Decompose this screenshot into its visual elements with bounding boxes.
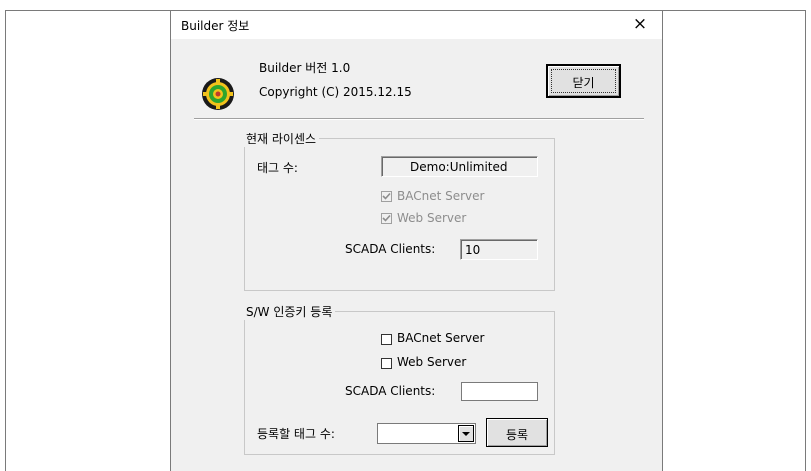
tag-count-label: 태그 수: xyxy=(257,161,298,175)
tag-count-display: Demo:Unlimited xyxy=(381,156,538,177)
close-icon[interactable]: × xyxy=(618,11,662,39)
close-dialog-button-label: 닫기 xyxy=(572,76,595,90)
checkmark-icon xyxy=(382,214,391,222)
license-scada-value: 10 xyxy=(465,243,481,257)
app-gear-icon xyxy=(202,78,234,110)
register-web-label[interactable]: Web Server xyxy=(397,355,466,369)
register-button-label: 등록 xyxy=(505,428,529,442)
license-web-label: Web Server xyxy=(397,211,467,225)
window-title: Builder 정보 xyxy=(181,19,250,33)
license-bacnet-label: BACnet Server xyxy=(397,189,485,203)
license-web-checkbox xyxy=(381,213,392,224)
separator-line xyxy=(194,118,644,120)
register-tag-count-select[interactable] xyxy=(377,423,476,444)
register-bacnet-label[interactable]: BACnet Server xyxy=(397,331,484,345)
register-scada-label: SCADA Clients: xyxy=(345,384,436,398)
register-web-checkbox[interactable] xyxy=(381,358,392,369)
close-dialog-button[interactable]: 닫기 xyxy=(546,64,621,98)
register-bacnet-checkbox[interactable] xyxy=(381,334,392,345)
sw-register-group: S/W 인증키 등록 BACnet Server Web Server SCAD… xyxy=(244,303,555,455)
version-text: Builder 버전 1.0 xyxy=(259,61,351,75)
register-button[interactable]: 등록 xyxy=(486,418,548,447)
current-license-group-label: 현재 라이센스 xyxy=(244,130,320,147)
tag-count-value: Demo:Unlimited xyxy=(410,160,508,174)
license-scada-display: 10 xyxy=(460,239,538,260)
register-scada-input[interactable] xyxy=(461,382,538,401)
title-bar[interactable]: Builder 정보 × xyxy=(171,11,662,39)
copyright-text: Copyright (C) 2015.12.15 xyxy=(259,85,412,99)
sw-register-group-label: S/W 인증키 등록 xyxy=(244,303,336,320)
about-dialog: Builder 정보 × Builder 버전 1.0 Copyright (C… xyxy=(170,10,663,471)
dropdown-arrow-icon[interactable] xyxy=(458,425,474,442)
license-scada-label: SCADA Clients: xyxy=(345,242,436,256)
license-bacnet-checkbox xyxy=(381,191,392,202)
checkmark-icon xyxy=(382,192,391,200)
current-license-group: 현재 라이센스 태그 수: Demo:Unlimited BACnet Serv… xyxy=(244,130,555,291)
register-tag-count-label: 등록할 태그 수: xyxy=(257,427,335,441)
